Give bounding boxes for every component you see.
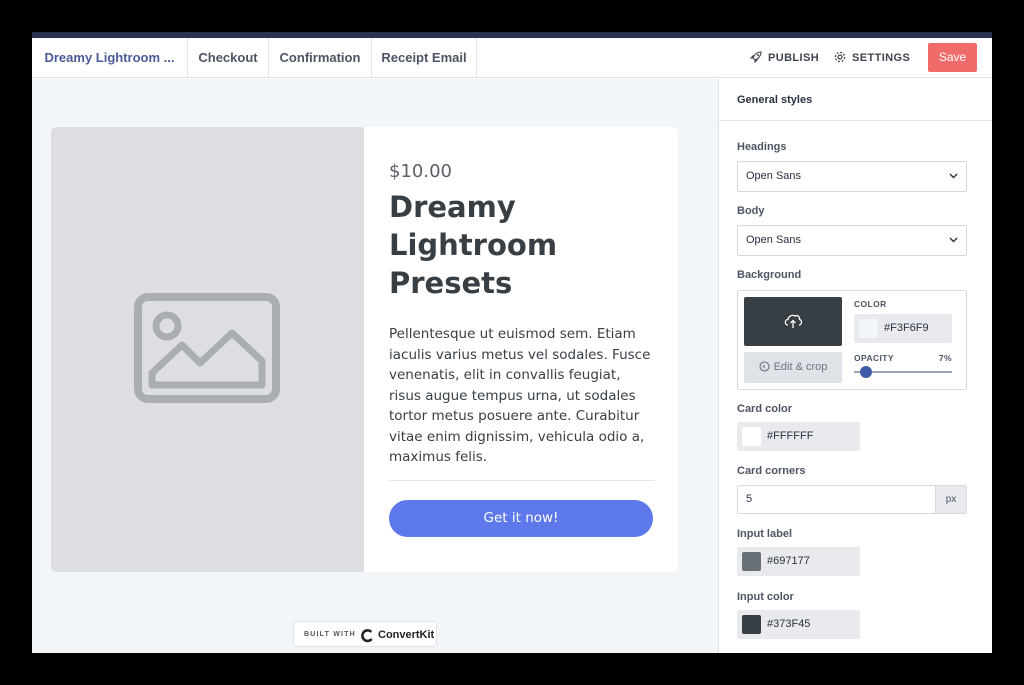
- card-corners-input[interactable]: 5 px: [737, 485, 967, 514]
- bg-color-field[interactable]: #F3F6F9: [854, 314, 952, 343]
- bg-color-label: COLOR: [854, 299, 887, 309]
- card-color-label: Card color: [737, 403, 793, 415]
- body-font-value: Open Sans: [746, 234, 802, 246]
- headings-font-value: Open Sans: [746, 170, 802, 182]
- panel-header: General styles: [719, 79, 992, 121]
- get-it-now-button[interactable]: Get it now!: [389, 500, 653, 537]
- input-label-label: Input label: [737, 528, 792, 540]
- panel-title: General styles: [737, 94, 813, 106]
- bg-color-swatch[interactable]: [859, 319, 878, 338]
- product-price: $10.00: [389, 161, 452, 182]
- gear-icon: [834, 51, 846, 63]
- card-corners-label: Card corners: [737, 465, 806, 477]
- headings-font-select[interactable]: Open Sans: [737, 161, 967, 192]
- edit-crop-label: Edit & crop: [773, 361, 828, 373]
- upload-cloud-icon: [784, 314, 803, 328]
- background-label: Background: [737, 269, 802, 281]
- upload-background-button[interactable]: [744, 297, 842, 346]
- input-color-value: #373F45: [767, 618, 811, 630]
- tab-confirmation[interactable]: Confirmation: [269, 38, 372, 78]
- body-label: Body: [737, 205, 765, 217]
- opacity-slider-handle[interactable]: [860, 366, 873, 378]
- bg-color-value: #F3F6F9: [884, 322, 929, 334]
- input-color-label: Input color: [737, 591, 794, 603]
- settings-label: SETTINGS: [852, 52, 911, 64]
- input-color-swatch[interactable]: [742, 615, 761, 634]
- crop-icon: [759, 361, 770, 372]
- built-with-badge[interactable]: BUILT WITH ConvertKit: [293, 621, 437, 647]
- chevron-down-icon: [949, 237, 958, 243]
- card-color-value: #FFFFFF: [767, 430, 814, 442]
- headings-label: Headings: [737, 141, 787, 153]
- opacity-slider[interactable]: [854, 366, 952, 378]
- image-placeholder-icon: [134, 293, 280, 403]
- card-corners-unit: px: [935, 486, 966, 513]
- save-button[interactable]: Save: [928, 43, 977, 72]
- product-image[interactable]: [51, 127, 364, 572]
- publish-button[interactable]: PUBLISH: [749, 38, 820, 78]
- product-card: $10.00 Dreamy Lightroom Presets Pellente…: [51, 127, 678, 572]
- background-settings: Edit & crop COLOR #F3F6F9 OPACITY 7%: [737, 290, 967, 390]
- product-title: Dreamy Lightroom Presets: [389, 188, 655, 302]
- opacity-value: 7%: [938, 353, 952, 363]
- input-label-color-value: #697177: [767, 555, 810, 567]
- built-with-brand: ConvertKit: [378, 629, 435, 641]
- product-title-line: Dreamy: [389, 190, 516, 224]
- opacity-label: OPACITY: [854, 353, 894, 363]
- edit-crop-button[interactable]: Edit & crop: [744, 352, 842, 383]
- built-with-label: BUILT WITH: [304, 631, 356, 638]
- publish-label: PUBLISH: [768, 52, 820, 64]
- input-label-color-swatch[interactable]: [742, 552, 761, 571]
- card-color-swatch[interactable]: [742, 427, 761, 446]
- card-color-field[interactable]: #FFFFFF: [737, 422, 860, 451]
- tab-checkout[interactable]: Checkout: [188, 38, 269, 78]
- product-title-line: Presets: [389, 266, 513, 300]
- input-label-color-field[interactable]: #697177: [737, 547, 860, 576]
- tab-product[interactable]: Dreamy Lightroom ...: [32, 38, 188, 78]
- input-color-field[interactable]: #373F45: [737, 610, 860, 639]
- chevron-down-icon: [949, 173, 958, 179]
- product-title-line: Lightroom: [389, 228, 558, 262]
- body-font-select[interactable]: Open Sans: [737, 225, 967, 256]
- tab-receipt-email[interactable]: Receipt Email: [372, 38, 477, 78]
- product-details: $10.00 Dreamy Lightroom Presets Pellente…: [389, 161, 655, 468]
- convertkit-logo-icon: [361, 629, 373, 643]
- app-window: Dreamy Lightroom ... Checkout Confirmati…: [32, 32, 992, 653]
- rocket-icon: [749, 51, 762, 64]
- product-description: Pellentesque ut euismod sem. Etiam iacul…: [389, 326, 651, 465]
- settings-button[interactable]: SETTINGS: [834, 38, 910, 78]
- card-divider: [389, 480, 655, 481]
- top-bar: Dreamy Lightroom ... Checkout Confirmati…: [32, 38, 992, 78]
- page-canvas: $10.00 Dreamy Lightroom Presets Pellente…: [32, 79, 718, 653]
- styles-panel: General styles Headings Open Sans Body O…: [718, 79, 992, 653]
- card-corners-value: 5: [746, 493, 753, 505]
